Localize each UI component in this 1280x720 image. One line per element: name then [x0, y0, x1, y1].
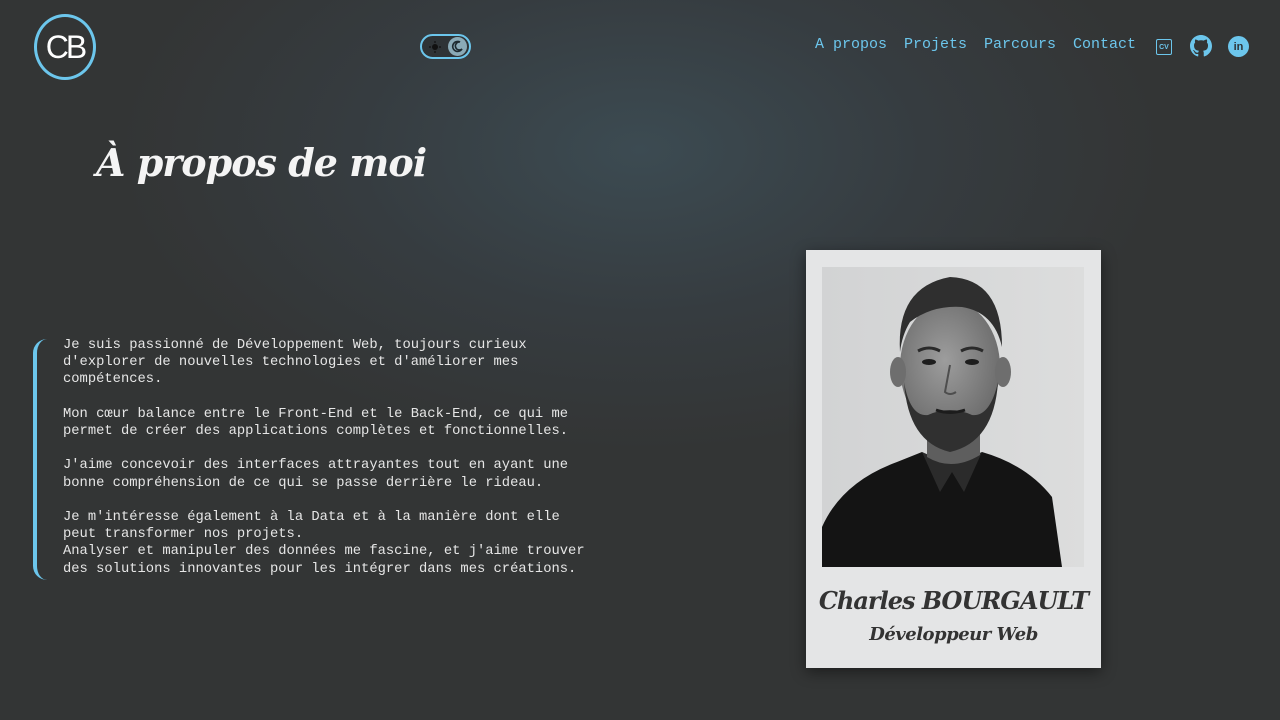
nav-link-a-propos[interactable]: A propos [815, 36, 887, 53]
nav-link-projets[interactable]: Projets [904, 36, 967, 53]
logo[interactable]: CB [34, 14, 96, 80]
about-paragraph: Mon cœur balance entre le Front-End et l… [63, 406, 569, 439]
cv-icon[interactable]: CV [1156, 39, 1172, 55]
about-paragraph: J'aime concevoir des interfaces attrayan… [63, 458, 569, 491]
theme-toggle[interactable] [420, 34, 471, 59]
profile-photo [822, 267, 1084, 567]
profile-role: Développeur Web [869, 624, 1038, 645]
sun-icon [426, 38, 444, 56]
github-icon[interactable] [1190, 35, 1212, 57]
quote-accent-bar [33, 339, 47, 580]
linkedin-icon[interactable]: in [1228, 36, 1249, 57]
profile-name: Charles BOURGAULT [818, 586, 1089, 615]
moon-icon [448, 37, 467, 56]
nav-link-parcours[interactable]: Parcours [984, 36, 1056, 53]
about-paragraph: Je suis passionné de Développement Web, … [63, 338, 527, 388]
profile-card: Charles BOURGAULT Développeur Web [806, 250, 1101, 668]
page-title: À propos de moi [96, 140, 427, 185]
nav-link-contact[interactable]: Contact [1073, 36, 1136, 53]
about-text: Je suis passionné de Développement Web, … [63, 337, 643, 578]
main-nav: A propos Projets Parcours Contact [815, 36, 1136, 53]
about-paragraph: Je m'intéresse également à la Data et à … [63, 509, 585, 577]
